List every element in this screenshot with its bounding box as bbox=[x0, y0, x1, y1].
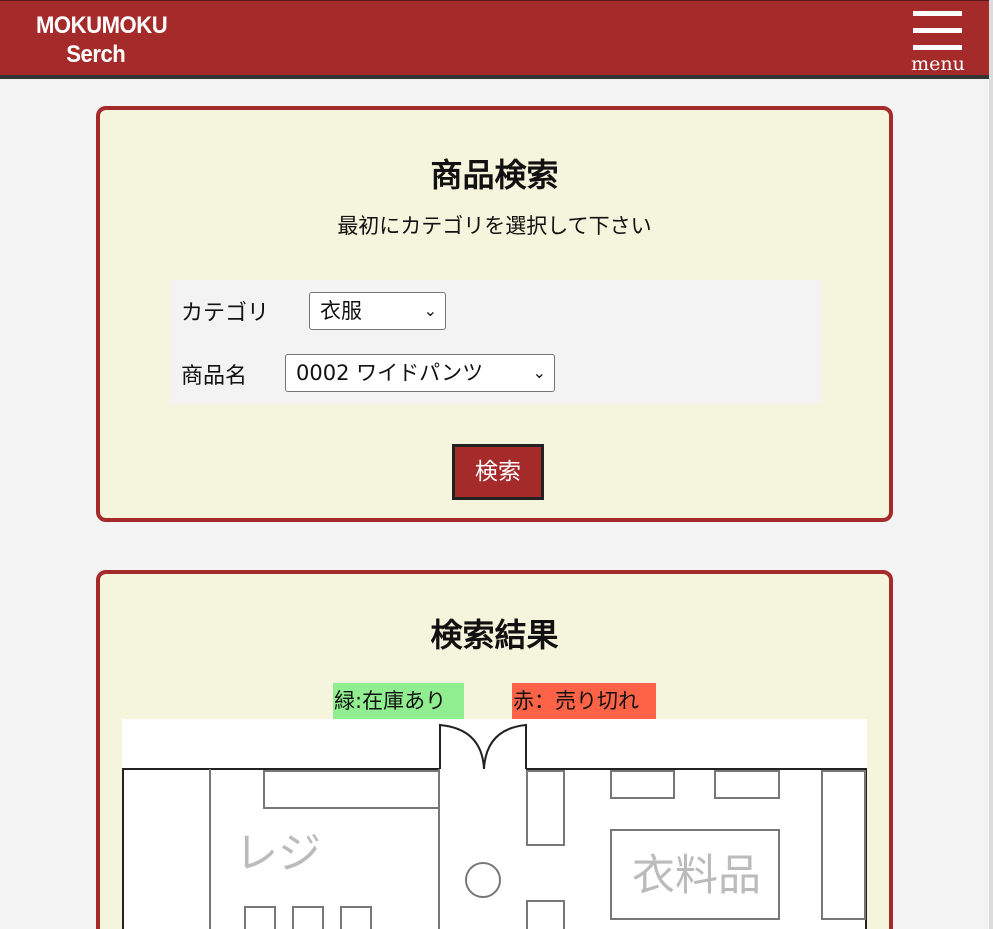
product-search-panel: 商品検索 最初にカテゴリを選択して下さい カテゴリ 衣服 ⌄ 商品名 0002 … bbox=[96, 106, 893, 522]
category-select[interactable]: 衣服 ⌄ bbox=[309, 292, 446, 330]
logo-line2: Serch bbox=[66, 41, 126, 68]
product-select-value: 0002 ワイドパンツ bbox=[296, 361, 484, 385]
legend-sold-out: 赤：売り切れ bbox=[512, 683, 656, 719]
clothing-area-label: 衣料品 bbox=[632, 851, 761, 901]
chevron-down-icon: ⌄ bbox=[423, 301, 437, 320]
menu-button[interactable]: menu bbox=[908, 9, 968, 75]
search-instruction: 最初にカテゴリを選択して下さい bbox=[337, 214, 652, 238]
search-result-panel: 検索結果 緑:在庫あり 赤：売り切れ レジ 衣料品 bbox=[96, 570, 893, 929]
site-logo[interactable]: MOKUMOKU Serch bbox=[36, 11, 168, 69]
result-panel-title: 検索結果 bbox=[430, 616, 559, 654]
store-floor-map: レジ 衣料品 bbox=[122, 719, 867, 929]
search-panel-title: 商品検索 bbox=[430, 156, 559, 194]
register-area-label: レジ bbox=[235, 829, 321, 879]
product-name-label: 商品名 bbox=[181, 364, 248, 389]
menu-label: menu bbox=[911, 53, 965, 75]
product-name-select[interactable]: 0002 ワイドパンツ ⌄ bbox=[285, 354, 555, 392]
legend-in-stock: 緑:在庫あり bbox=[333, 683, 464, 719]
category-label: カテゴリ bbox=[181, 301, 270, 326]
scrollbar-track[interactable] bbox=[989, 0, 993, 929]
header-bar: MOKUMOKU Serch menu bbox=[0, 0, 993, 79]
category-select-value: 衣服 bbox=[320, 299, 362, 323]
chevron-down-icon: ⌄ bbox=[532, 363, 546, 382]
search-form: カテゴリ 衣服 ⌄ 商品名 0002 ワイドパンツ ⌄ bbox=[170, 280, 822, 404]
search-button[interactable]: 検索 bbox=[452, 444, 544, 500]
logo-line1: MOKUMOKU bbox=[36, 12, 168, 39]
